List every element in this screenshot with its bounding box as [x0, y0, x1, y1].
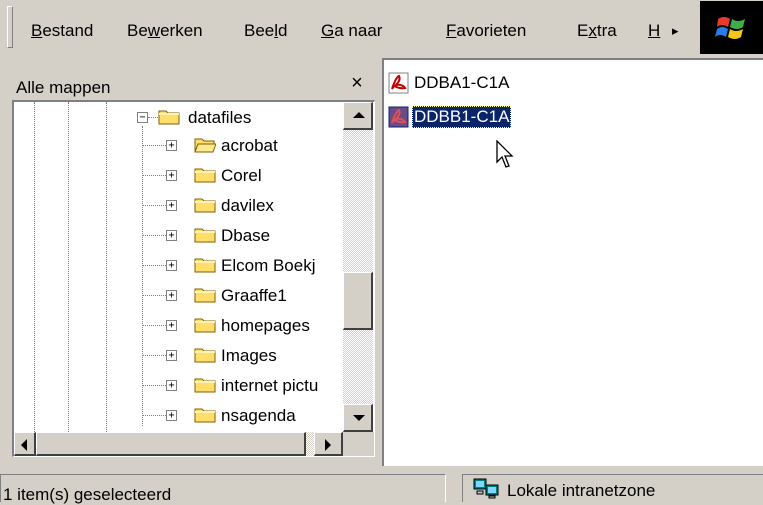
menu-help[interactable]: H [648, 20, 660, 42]
scroll-left-button[interactable] [14, 432, 36, 456]
folder-icon [194, 288, 216, 303]
expand-icon[interactable]: + [166, 350, 177, 361]
tree-item-images[interactable]: + Images [14, 342, 342, 370]
folder-pane-title: Alle mappen [16, 78, 111, 97]
intranet-zone-icon [473, 478, 499, 499]
file-name: DDBB1-C1A [412, 106, 512, 128]
folder-pane: Alle mappen × − datafiles + acrobat + Co… [0, 58, 376, 466]
collapse-icon[interactable]: − [137, 112, 148, 123]
pdf-icon [388, 106, 409, 128]
folder-icon [158, 110, 180, 125]
scroll-down-button[interactable] [343, 404, 373, 432]
file-list: DDBA1-C1A DDBB1-C1A [382, 58, 763, 466]
tree-item-internet-pictu[interactable]: + internet pictu [14, 372, 342, 400]
expand-icon[interactable]: + [166, 320, 177, 331]
folder-icon [194, 318, 216, 333]
tree-label: davilex [221, 196, 274, 215]
horizontal-scroll-thumb[interactable] [36, 432, 306, 456]
horizontal-scrollbar[interactable] [14, 432, 343, 456]
tree-label: acrobat [221, 136, 278, 155]
tree-label: nsagenda [221, 406, 296, 425]
menu-ga-naar[interactable]: Ga naar [321, 20, 382, 42]
menu-overflow-chevron-icon[interactable]: ▸ [672, 20, 679, 42]
expand-icon[interactable]: + [166, 410, 177, 421]
arrow-up-icon [353, 112, 365, 118]
expand-icon[interactable]: + [166, 140, 177, 151]
tree-item-elcom-boekj[interactable]: + Elcom Boekj [14, 252, 342, 280]
folder-icon [194, 168, 216, 183]
tree-label: internet pictu [221, 376, 319, 395]
tree-label: Images [221, 346, 277, 365]
tree-label: homepages [221, 316, 310, 335]
folder-icon [194, 348, 216, 363]
tree-connector [148, 117, 158, 118]
tree-item-acrobat[interactable]: + acrobat [14, 132, 342, 160]
scroll-up-button[interactable] [343, 102, 373, 130]
expand-icon[interactable]: + [166, 260, 177, 271]
vertical-scroll-thumb[interactable] [343, 272, 373, 330]
scroll-right-button[interactable] [314, 432, 343, 456]
tree-item-homepages[interactable]: + homepages [14, 312, 342, 340]
pdf-icon [388, 72, 409, 94]
tree-item-graaffe1[interactable]: + Graaffe1 [14, 282, 342, 310]
open-folder-icon [194, 138, 216, 153]
menu-bar: Bestand Bewerken Beeld Ga naar Favoriete… [0, 0, 763, 56]
menu-beeld[interactable]: Beeld [244, 20, 288, 42]
tree-label: Elcom Boekj [221, 256, 316, 275]
arrow-down-icon [353, 415, 365, 421]
scrollbar-corner [343, 432, 374, 456]
menu-favorieten[interactable]: Favorieten [446, 20, 526, 42]
tree-item-dbase[interactable]: + Dbase [14, 222, 342, 250]
toolbar-grip[interactable] [7, 6, 13, 48]
folder-icon [194, 228, 216, 243]
tree-item-corel[interactable]: + Corel [14, 162, 342, 190]
mouse-cursor-icon [496, 140, 514, 168]
menu-bestand[interactable]: Bestand [31, 20, 93, 42]
zone-text: Lokale intranetzone [507, 481, 656, 500]
windows-logo [700, 1, 763, 54]
tree-item-davilex[interactable]: + davilex [14, 192, 342, 220]
status-text: 1 item(s) geselecteerd [3, 485, 172, 504]
arrow-right-icon [325, 439, 331, 451]
folder-tree: − datafiles + acrobat + Corel + davilex … [12, 100, 375, 457]
tree-label: Corel [221, 166, 262, 185]
expand-icon[interactable]: + [166, 200, 177, 211]
folder-pane-header: Alle mappen × [0, 58, 376, 98]
expand-icon[interactable]: + [166, 170, 177, 181]
vertical-scrollbar[interactable] [343, 102, 373, 432]
folder-icon [194, 378, 216, 393]
file-name: DDBA1-C1A [414, 73, 510, 92]
windows-flag-icon [715, 17, 745, 39]
tree-label: Graaffe1 [221, 286, 287, 305]
menu-extra[interactable]: Extra [577, 20, 617, 42]
menu-bewerken[interactable]: Bewerken [127, 20, 203, 42]
folder-tree-viewport: − datafiles + acrobat + Corel + davilex … [14, 102, 342, 432]
close-icon[interactable]: × [346, 72, 368, 94]
status-panel-selection: 1 item(s) geselecteerd [0, 474, 446, 504]
expand-icon[interactable]: + [166, 290, 177, 301]
status-bar: 1 item(s) geselecteerd Lokale intranetzo… [0, 470, 763, 504]
tree-item-datafiles[interactable]: − datafiles [14, 104, 342, 132]
status-panel-zone: Lokale intranetzone [462, 474, 763, 502]
arrow-left-icon [21, 439, 27, 451]
folder-icon [194, 408, 216, 423]
tree-label: datafiles [188, 108, 252, 127]
folder-icon [194, 198, 216, 213]
expand-icon[interactable]: + [166, 380, 177, 391]
folder-icon [194, 258, 216, 273]
expand-icon[interactable]: + [166, 230, 177, 241]
tree-item-nsagenda[interactable]: + nsagenda [14, 402, 342, 430]
tree-label: Dbase [221, 226, 271, 245]
